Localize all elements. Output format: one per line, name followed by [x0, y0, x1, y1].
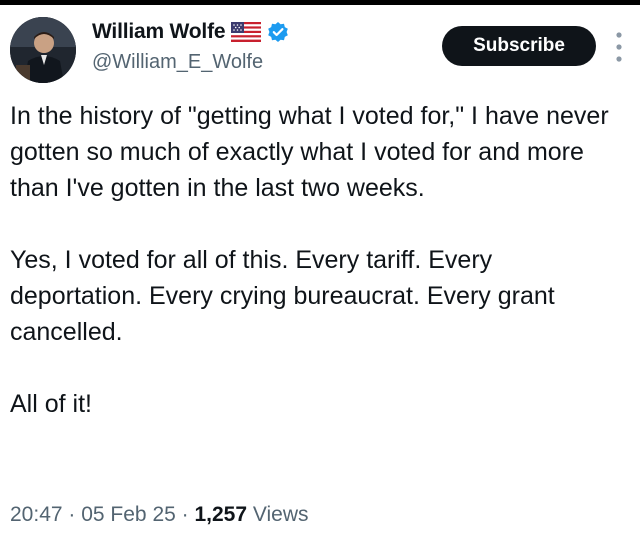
tweet-paragraph: Yes, I voted for all of this. Every tari…: [10, 246, 555, 346]
tweet-paragraph: All of it!: [10, 390, 92, 418]
tweet-paragraph: In the history of "getting what I voted …: [10, 102, 609, 202]
tweet-meta: 20:47 · 05 Feb 25 · 1,257 Views: [10, 503, 309, 527]
tweet-date[interactable]: 05 Feb 25: [81, 503, 176, 526]
tweet-text: In the history of "getting what I voted …: [10, 98, 630, 422]
meta-separator: ·: [175, 503, 195, 526]
us-flag-icon: [231, 22, 262, 42]
display-name[interactable]: William Wolfe: [92, 20, 226, 44]
author-handle[interactable]: @William_E_Wolfe: [92, 51, 263, 74]
more-vertical-icon[interactable]: [614, 25, 624, 69]
verified-icon[interactable]: [267, 21, 289, 43]
name-row: William Wolfe: [92, 19, 289, 45]
tweet-card: William Wolfe @William_E_Wolfe Subscribe…: [0, 5, 640, 535]
meta-separator: ·: [62, 503, 82, 526]
views-count[interactable]: 1,257: [194, 503, 247, 526]
tweet-time[interactable]: 20:47: [10, 503, 63, 526]
avatar[interactable]: [10, 17, 76, 83]
subscribe-button[interactable]: Subscribe: [442, 26, 596, 66]
views-label: Views: [247, 503, 309, 526]
